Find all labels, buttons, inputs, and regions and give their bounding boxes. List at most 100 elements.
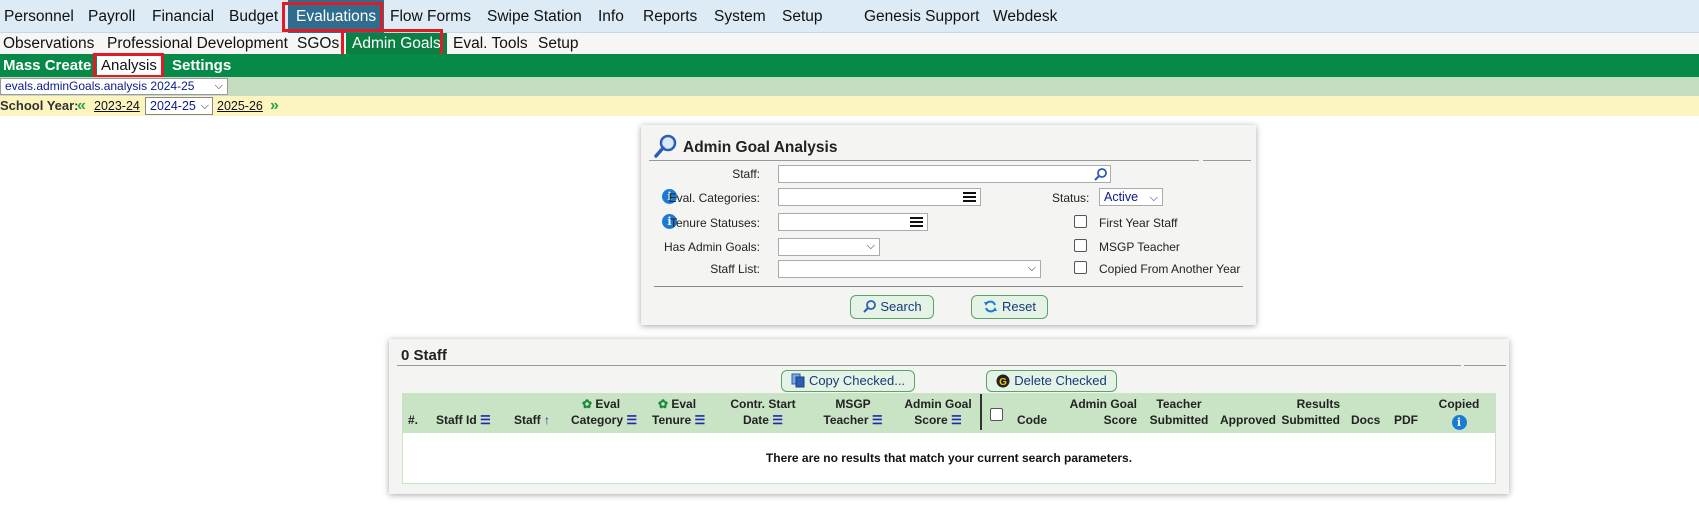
status-label: Status: <box>1052 191 1090 205</box>
tenure-statuses-label: Tenure Statuses: <box>669 216 760 230</box>
search-button[interactable]: Search <box>850 295 934 319</box>
info-icon[interactable]: i <box>1451 415 1467 430</box>
school-year-value: 2024-25 <box>150 99 196 113</box>
tenure-statuses-input[interactable] <box>778 213 928 231</box>
col-msgp-teacher[interactable]: MSGP Teacher ☰ <box>821 396 885 428</box>
results-title: 0 Staff <box>401 347 447 364</box>
col-teacher-line2: Submitted <box>1149 413 1209 427</box>
subnav-eval-tools[interactable]: Eval. Tools <box>453 33 528 54</box>
col-staff[interactable]: Staff ↑ <box>514 412 550 428</box>
copy-checked-label: Copy Checked... <box>808 373 906 388</box>
double-left-arrow-icon[interactable]: « <box>77 96 86 116</box>
reset-button[interactable]: Reset <box>971 295 1048 319</box>
col-copied-label: Copied <box>1438 397 1480 411</box>
nav-system[interactable]: System <box>714 0 766 33</box>
col-docs: Docs <box>1351 412 1380 428</box>
search-button-label: Search <box>880 299 922 314</box>
col-admin-goal-score[interactable]: Admin Goal Score ☰ <box>903 396 973 428</box>
prev-year-link[interactable]: 2023-24 <box>94 99 140 113</box>
col-msgp-line1: MSGP <box>835 397 871 411</box>
chevron-down-icon: ⌵ <box>200 100 209 112</box>
chevron-down-icon: ⌵ <box>1027 262 1036 274</box>
subnav-setup[interactable]: Setup <box>538 33 579 54</box>
nav-reports[interactable]: Reports <box>643 0 697 33</box>
title-rule-short <box>1203 160 1251 161</box>
nav-personnel[interactable]: Personnel <box>4 0 74 33</box>
select-all-checkbox[interactable] <box>990 408 1003 421</box>
sort-menu-icon[interactable]: ☰ <box>772 413 783 427</box>
chevron-down-icon: ⌵ <box>866 240 875 252</box>
col-num-label: #. <box>408 413 419 427</box>
col-eval-tenure-line1: Eval <box>671 397 697 411</box>
school-year-select[interactable]: 2024-25 ⌵ <box>145 97 213 115</box>
tab-settings[interactable]: Settings <box>172 54 231 77</box>
col-teacher-line1: Teacher <box>1156 397 1202 411</box>
copy-checked-button[interactable]: Copy Checked... <box>781 370 915 392</box>
title-rule <box>649 160 1199 161</box>
chevron-down-icon: ⌵ <box>1149 192 1158 204</box>
tab-mass-create[interactable]: Mass Create <box>3 54 91 77</box>
list-icon[interactable] <box>963 192 976 202</box>
sort-menu-icon[interactable]: ☰ <box>694 413 705 427</box>
nav-financial[interactable]: Financial <box>152 0 214 33</box>
copied-checkbox[interactable] <box>1074 261 1087 274</box>
msgp-checkbox[interactable] <box>1074 239 1087 252</box>
staff-list-label: Staff List: <box>710 262 760 276</box>
col-ags-line1: Admin Goal <box>904 397 972 411</box>
sort-menu-icon[interactable]: ☰ <box>626 413 637 427</box>
chevron-down-icon: ⌵ <box>214 80 223 92</box>
col-ags-line2: Score <box>914 413 948 427</box>
nav-setup[interactable]: Setup <box>782 0 823 33</box>
col-staff-id-label: Staff Id <box>436 413 477 427</box>
main-nav: Personnel Payroll Financial Budget Evalu… <box>0 0 1699 33</box>
copied-label: Copied From Another Year <box>1099 262 1241 276</box>
delete-checked-label: Delete Checked <box>1014 373 1107 388</box>
nav-genesis-support[interactable]: Genesis Support <box>864 0 979 33</box>
staff-input[interactable] <box>778 165 1111 183</box>
col-approved: Approved <box>1220 412 1276 428</box>
search-icon <box>863 300 877 313</box>
nav-budget[interactable]: Budget <box>229 0 278 33</box>
nav-swipe-station[interactable]: Swipe Station <box>487 0 582 33</box>
search-icon[interactable] <box>1093 167 1108 182</box>
nav-webdesk[interactable]: Webdesk <box>993 0 1057 33</box>
sort-up-arrow-icon[interactable]: ↑ <box>544 413 550 427</box>
sort-menu-icon[interactable]: ☰ <box>480 413 491 427</box>
sort-menu-icon[interactable]: ☰ <box>872 413 883 427</box>
nav-payroll[interactable]: Payroll <box>88 0 135 33</box>
eval-categories-input[interactable] <box>778 188 981 206</box>
col-eval-category[interactable]: ✿ Eval Category ☰ <box>571 396 637 428</box>
col-results-line2: Submitted <box>1281 413 1340 427</box>
nj-state-icon: ✿ <box>581 397 593 411</box>
has-admin-goals-select[interactable]: ⌵ <box>778 238 880 256</box>
school-year-label: School Year: <box>0 98 79 113</box>
status-value: Active <box>1104 190 1139 204</box>
staff-label: Staff: <box>732 167 760 181</box>
subnav-sgos[interactable]: SGOs <box>297 33 339 54</box>
status-select[interactable]: Active ⌵ <box>1099 188 1163 206</box>
col-num: #. <box>408 412 418 428</box>
subnav-professional-development[interactable]: Professional Development <box>107 33 288 54</box>
staff-list-select[interactable]: ⌵ <box>778 260 1041 278</box>
col-staff-id[interactable]: Staff Id ☰ <box>436 412 491 428</box>
third-nav: Mass Create Analysis Settings <box>0 54 1699 77</box>
delete-checked-button[interactable]: G Delete Checked <box>986 370 1117 392</box>
nav-info[interactable]: Info <box>598 0 624 33</box>
view-select[interactable]: evals.adminGoals.analysis 2024-25 ⌵ <box>0 78 228 95</box>
col-contract-start[interactable]: Contr. Start Date ☰ <box>728 396 798 428</box>
col-docs-label: Docs <box>1351 413 1381 427</box>
list-icon[interactable] <box>910 217 923 227</box>
double-right-arrow-icon[interactable]: » <box>270 96 279 116</box>
col-eval-tenure-line2: Tenure <box>652 413 692 427</box>
first-year-checkbox[interactable] <box>1074 215 1087 228</box>
view-bar: evals.adminGoals.analysis 2024-25 ⌵ <box>0 77 1699 96</box>
next-year-link[interactable]: 2025-26 <box>217 99 263 113</box>
col-goal-score-line2: Score <box>1103 413 1137 427</box>
sort-menu-icon[interactable]: ☰ <box>951 413 962 427</box>
first-year-label: First Year Staff <box>1099 216 1178 230</box>
col-eval-category-line2: Category <box>571 413 624 427</box>
subnav-observations[interactable]: Observations <box>3 33 94 54</box>
has-admin-goals-label: Has Admin Goals: <box>663 240 760 254</box>
col-code-label: Code <box>1017 413 1047 427</box>
col-eval-tenure[interactable]: ✿ Eval Tenure ☰ <box>652 396 705 428</box>
